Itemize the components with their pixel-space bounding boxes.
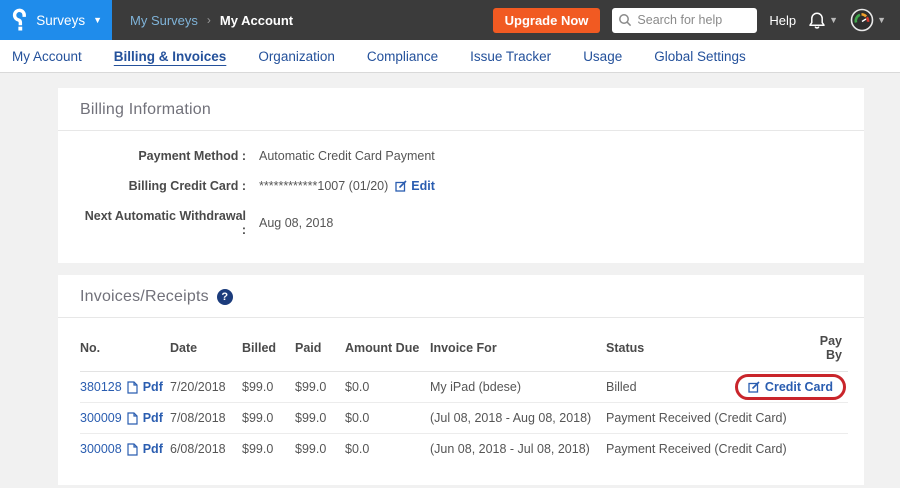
- account-nav-tabs: My Account Billing & Invoices Organizati…: [0, 40, 900, 73]
- invoice-billed: $99.0: [242, 372, 295, 403]
- invoices-receipts-card: Invoices/Receipts ? No. Date Billed Paid…: [58, 275, 864, 485]
- help-link[interactable]: Help: [769, 13, 796, 28]
- col-header-date: Date: [170, 328, 242, 372]
- chevron-down-icon: ▼: [93, 16, 102, 25]
- breadcrumb-my-surveys[interactable]: My Surveys: [130, 13, 198, 28]
- pdf-icon: [127, 443, 138, 456]
- avatar: [850, 8, 874, 32]
- invoices-header-row: No. Date Billed Paid Amount Due Invoice …: [80, 328, 848, 372]
- invoice-pay-by-cell: [802, 434, 848, 465]
- tab-billing-invoices[interactable]: Billing & Invoices: [114, 49, 227, 64]
- pay-by-credit-card-highlight[interactable]: Credit Card: [735, 374, 846, 400]
- edit-icon: [748, 381, 760, 393]
- breadcrumb: My Surveys › My Account: [130, 13, 293, 28]
- payment-method-value: Automatic Credit Card Payment: [259, 149, 435, 163]
- col-header-status: Status: [606, 328, 802, 372]
- billing-credit-card-value: ************1007 (01/20): [259, 179, 388, 193]
- invoice-date: 7/20/2018: [170, 372, 242, 403]
- page-content: Billing Information Payment Method : Aut…: [0, 73, 900, 485]
- pdf-link[interactable]: Pdf: [143, 380, 163, 394]
- invoice-billed: $99.0: [242, 434, 295, 465]
- col-header-pay-by: Pay By: [802, 328, 848, 372]
- chevron-down-icon: ▼: [829, 16, 838, 25]
- credit-card-link[interactable]: Credit Card: [765, 380, 833, 394]
- col-header-paid: Paid: [295, 328, 345, 372]
- questionpro-logo: [12, 8, 28, 32]
- breadcrumb-separator: ›: [207, 13, 211, 27]
- billing-information-card: Billing Information Payment Method : Aut…: [58, 88, 864, 263]
- top-bar: Surveys ▼ My Surveys › My Account Upgrad…: [0, 0, 900, 40]
- edit-link-label: Edit: [411, 179, 435, 193]
- pdf-link[interactable]: Pdf: [143, 442, 163, 456]
- tab-usage[interactable]: Usage: [583, 49, 622, 64]
- next-withdrawal-label: Next Automatic Withdrawal :: [80, 209, 246, 237]
- col-header-invoice-for: Invoice For: [430, 328, 606, 372]
- invoice-pay-by-cell: [802, 403, 848, 434]
- bell-icon: [808, 11, 826, 30]
- tab-compliance[interactable]: Compliance: [367, 49, 438, 64]
- invoice-for: (Jul 08, 2018 - Aug 08, 2018): [430, 403, 606, 434]
- tab-organization[interactable]: Organization: [258, 49, 335, 64]
- edit-icon: [395, 180, 407, 192]
- topbar-actions: Upgrade Now Help ▼ ▼: [493, 8, 900, 33]
- search-icon: [618, 13, 632, 27]
- billing-information-title: Billing Information: [80, 101, 211, 119]
- invoice-date: 7/08/2018: [170, 403, 242, 434]
- invoice-paid: $99.0: [295, 403, 345, 434]
- help-search-input[interactable]: [612, 8, 757, 33]
- col-header-billed: Billed: [242, 328, 295, 372]
- edit-credit-card-link[interactable]: Edit: [395, 179, 435, 193]
- chevron-down-icon: ▼: [877, 16, 886, 25]
- invoice-date: 6/08/2018: [170, 434, 242, 465]
- col-header-amount-due: Amount Due: [345, 328, 430, 372]
- invoice-paid: $99.0: [295, 372, 345, 403]
- product-label: Surveys: [36, 13, 85, 28]
- product-switcher[interactable]: Surveys ▼: [0, 0, 112, 40]
- invoice-number-link[interactable]: 380128: [80, 380, 122, 394]
- tab-global-settings[interactable]: Global Settings: [654, 49, 746, 64]
- next-withdrawal-value: Aug 08, 2018: [259, 216, 333, 230]
- pdf-icon: [127, 412, 138, 425]
- invoice-for: (Jun 08, 2018 - Jul 08, 2018): [430, 434, 606, 465]
- invoice-number-link[interactable]: 300008: [80, 442, 122, 456]
- invoice-paid: $99.0: [295, 434, 345, 465]
- help-circle-icon[interactable]: ?: [217, 289, 233, 305]
- invoice-status: Payment Received (Credit Card): [606, 403, 802, 434]
- billing-credit-card-row: Billing Credit Card : ************1007 (…: [80, 179, 842, 193]
- invoice-row: 380128 Pdf 7/20/2018 $99.0 $99.0 $0.0 My…: [80, 372, 848, 403]
- invoice-row: 300009 Pdf 7/08/2018 $99.0 $99.0 $0.0 (J…: [80, 403, 848, 434]
- invoice-amount-due: $0.0: [345, 403, 430, 434]
- pdf-icon: [127, 381, 138, 394]
- help-search: [612, 8, 757, 33]
- payment-method-label: Payment Method :: [80, 149, 246, 163]
- tab-my-account[interactable]: My Account: [12, 49, 82, 64]
- invoices-table: No. Date Billed Paid Amount Due Invoice …: [80, 328, 848, 465]
- invoice-number-link[interactable]: 300009: [80, 411, 122, 425]
- breadcrumb-current: My Account: [220, 13, 293, 28]
- invoice-row: 300008 Pdf 6/08/2018 $99.0 $99.0 $0.0 (J…: [80, 434, 848, 465]
- payment-method-row: Payment Method : Automatic Credit Card P…: [80, 149, 842, 163]
- invoice-for: My iPad (bdese): [430, 372, 606, 403]
- invoices-receipts-title: Invoices/Receipts: [80, 288, 209, 306]
- account-menu[interactable]: ▼: [850, 8, 886, 32]
- billing-credit-card-label: Billing Credit Card :: [80, 179, 246, 193]
- notifications-menu[interactable]: ▼: [808, 11, 838, 30]
- invoice-status: Payment Received (Credit Card): [606, 434, 802, 465]
- col-header-no: No.: [80, 328, 170, 372]
- tab-issue-tracker[interactable]: Issue Tracker: [470, 49, 551, 64]
- pdf-link[interactable]: Pdf: [143, 411, 163, 425]
- next-withdrawal-row: Next Automatic Withdrawal : Aug 08, 2018: [80, 209, 842, 237]
- invoice-billed: $99.0: [242, 403, 295, 434]
- invoice-amount-due: $0.0: [345, 372, 430, 403]
- invoice-pay-by-cell: Credit Card: [802, 372, 848, 403]
- invoice-amount-due: $0.0: [345, 434, 430, 465]
- upgrade-now-button[interactable]: Upgrade Now: [493, 8, 601, 33]
